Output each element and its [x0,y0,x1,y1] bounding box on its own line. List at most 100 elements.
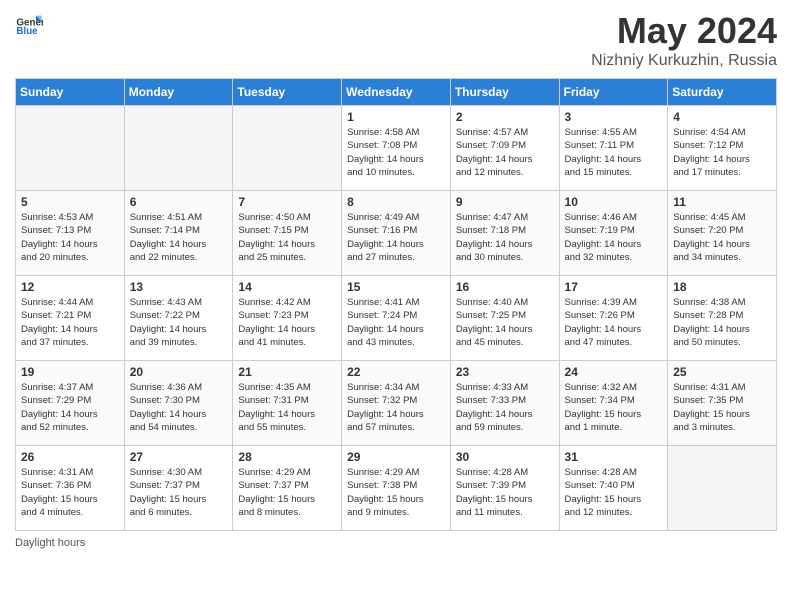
calendar-day [124,106,233,191]
day-info: Sunrise: 4:45 AMSunset: 7:20 PMDaylight:… [673,211,771,264]
calendar-day: 27Sunrise: 4:30 AMSunset: 7:37 PMDayligh… [124,446,233,531]
day-number: 6 [130,195,228,209]
calendar-week-row: 1 Sunrise: 4:58 AMSunset: 7:08 PMDaylight… [16,106,777,191]
day-info: Sunrise: 4:28 AMSunset: 7:39 PMDaylight:… [456,466,554,519]
calendar-day: 28 Sunrise: 4:29 AMSunset: 7:37 PMDayligh… [233,446,342,531]
day-number: 31 [565,450,663,464]
day-number: 7 [238,195,336,209]
calendar-day: 10 Sunrise: 4:46 AMSunset: 7:19 PMDayligh… [559,191,668,276]
day-number: 19 [21,365,119,379]
day-info: Sunrise: 4:49 AMSunset: 7:16 PMDaylight:… [347,211,445,264]
day-info: Sunrise: 4:28 AMSunset: 7:40 PMDaylight:… [565,466,663,519]
calendar-day: 9 Sunrise: 4:47 AMSunset: 7:18 PMDaylight… [450,191,559,276]
calendar-week-row: 26 Sunrise: 4:31 AMSunset: 7:36 PMDayligh… [16,446,777,531]
logo: General Blue [15,10,43,38]
day-number: 15 [347,280,445,294]
calendar-day: 19 Sunrise: 4:37 AMSunset: 7:29 PMDayligh… [16,361,125,446]
calendar-day [668,446,777,531]
daylight-label: Daylight hours [15,537,85,549]
calendar-day: 30Sunrise: 4:28 AMSunset: 7:39 PMDayligh… [450,446,559,531]
day-number: 8 [347,195,445,209]
day-number: 17 [565,280,663,294]
day-info: Sunrise: 4:37 AMSunset: 7:29 PMDaylight:… [21,381,119,434]
day-number: 2 [456,110,554,124]
day-info: Sunrise: 4:31 AMSunset: 7:36 PMDaylight:… [21,466,119,519]
title-block: May 2024 Nizhniy Kurkuzhin, Russia [591,10,777,70]
calendar-day: 6 Sunrise: 4:51 AMSunset: 7:14 PMDaylight… [124,191,233,276]
title-location: Nizhniy Kurkuzhin, Russia [591,52,777,70]
calendar-day: 20Sunrise: 4:36 AMSunset: 7:30 PMDayligh… [124,361,233,446]
calendar-week-row: 19 Sunrise: 4:37 AMSunset: 7:29 PMDayligh… [16,361,777,446]
calendar-day: 13 Sunrise: 4:43 AMSunset: 7:22 PMDayligh… [124,276,233,361]
day-number: 21 [238,365,336,379]
day-number: 3 [565,110,663,124]
day-info: Sunrise: 4:38 AMSunset: 7:28 PMDaylight:… [673,296,771,349]
day-info: Sunrise: 4:35 AMSunset: 7:31 PMDaylight:… [238,381,336,434]
day-number: 9 [456,195,554,209]
day-number: 12 [21,280,119,294]
day-number: 1 [347,110,445,124]
weekday-header-friday: Friday [559,79,668,106]
day-number: 13 [130,280,228,294]
calendar-day [233,106,342,191]
day-info: Sunrise: 4:33 AMSunset: 7:33 PMDaylight:… [456,381,554,434]
day-info: Sunrise: 4:47 AMSunset: 7:18 PMDaylight:… [456,211,554,264]
day-info: Sunrise: 4:51 AMSunset: 7:14 PMDaylight:… [130,211,228,264]
calendar-day: 24 Sunrise: 4:32 AMSunset: 7:34 PMDayligh… [559,361,668,446]
logo-icon: General Blue [15,10,43,38]
day-number: 27 [130,450,228,464]
calendar-day: 31 Sunrise: 4:28 AMSunset: 7:40 PMDayligh… [559,446,668,531]
day-number: 18 [673,280,771,294]
title-month: May 2024 [591,10,777,52]
day-info: Sunrise: 4:55 AMSunset: 7:11 PMDaylight:… [565,126,663,179]
calendar-day: 23Sunrise: 4:33 AMSunset: 7:33 PMDayligh… [450,361,559,446]
day-number: 28 [238,450,336,464]
calendar-table: SundayMondayTuesdayWednesdayThursdayFrid… [15,78,777,531]
day-number: 29 [347,450,445,464]
day-info: Sunrise: 4:40 AMSunset: 7:25 PMDaylight:… [456,296,554,349]
calendar-day: 18 Sunrise: 4:38 AMSunset: 7:28 PMDayligh… [668,276,777,361]
day-number: 10 [565,195,663,209]
day-info: Sunrise: 4:34 AMSunset: 7:32 PMDaylight:… [347,381,445,434]
day-number: 26 [21,450,119,464]
weekday-header-thursday: Thursday [450,79,559,106]
calendar-day: 17Sunrise: 4:39 AMSunset: 7:26 PMDayligh… [559,276,668,361]
day-number: 25 [673,365,771,379]
footer: Daylight hours [15,537,777,549]
day-info: Sunrise: 4:53 AMSunset: 7:13 PMDaylight:… [21,211,119,264]
calendar-day: 14Sunrise: 4:42 AMSunset: 7:23 PMDayligh… [233,276,342,361]
calendar-day: 8 Sunrise: 4:49 AMSunset: 7:16 PMDaylight… [342,191,451,276]
calendar-day: 2Sunrise: 4:57 AMSunset: 7:09 PMDaylight… [450,106,559,191]
day-number: 20 [130,365,228,379]
day-info: Sunrise: 4:42 AMSunset: 7:23 PMDaylight:… [238,296,336,349]
day-info: Sunrise: 4:58 AMSunset: 7:08 PMDaylight:… [347,126,445,179]
calendar-week-row: 5 Sunrise: 4:53 AMSunset: 7:13 PMDaylight… [16,191,777,276]
calendar-day: 26 Sunrise: 4:31 AMSunset: 7:36 PMDayligh… [16,446,125,531]
day-number: 24 [565,365,663,379]
calendar-day: 15 Sunrise: 4:41 AMSunset: 7:24 PMDayligh… [342,276,451,361]
day-number: 4 [673,110,771,124]
weekday-header-monday: Monday [124,79,233,106]
svg-text:Blue: Blue [16,26,38,37]
day-info: Sunrise: 4:29 AMSunset: 7:37 PMDaylight:… [238,466,336,519]
day-number: 11 [673,195,771,209]
calendar-day: 1 Sunrise: 4:58 AMSunset: 7:08 PMDaylight… [342,106,451,191]
calendar-day: 25 Sunrise: 4:31 AMSunset: 7:35 PMDayligh… [668,361,777,446]
day-info: Sunrise: 4:44 AMSunset: 7:21 PMDaylight:… [21,296,119,349]
day-info: Sunrise: 4:31 AMSunset: 7:35 PMDaylight:… [673,381,771,434]
calendar-day: 4 Sunrise: 4:54 AMSunset: 7:12 PMDaylight… [668,106,777,191]
day-info: Sunrise: 4:41 AMSunset: 7:24 PMDaylight:… [347,296,445,349]
calendar-week-row: 12 Sunrise: 4:44 AMSunset: 7:21 PMDayligh… [16,276,777,361]
calendar-day: 7Sunrise: 4:50 AMSunset: 7:15 PMDaylight… [233,191,342,276]
day-info: Sunrise: 4:46 AMSunset: 7:19 PMDaylight:… [565,211,663,264]
calendar-day: 3 Sunrise: 4:55 AMSunset: 7:11 PMDaylight… [559,106,668,191]
day-info: Sunrise: 4:43 AMSunset: 7:22 PMDaylight:… [130,296,228,349]
day-info: Sunrise: 4:32 AMSunset: 7:34 PMDaylight:… [565,381,663,434]
day-info: Sunrise: 4:54 AMSunset: 7:12 PMDaylight:… [673,126,771,179]
calendar-day [16,106,125,191]
day-number: 5 [21,195,119,209]
weekday-header-wednesday: Wednesday [342,79,451,106]
calendar-day: 21 Sunrise: 4:35 AMSunset: 7:31 PMDayligh… [233,361,342,446]
calendar-day: 5 Sunrise: 4:53 AMSunset: 7:13 PMDaylight… [16,191,125,276]
calendar-day: 22Sunrise: 4:34 AMSunset: 7:32 PMDayligh… [342,361,451,446]
